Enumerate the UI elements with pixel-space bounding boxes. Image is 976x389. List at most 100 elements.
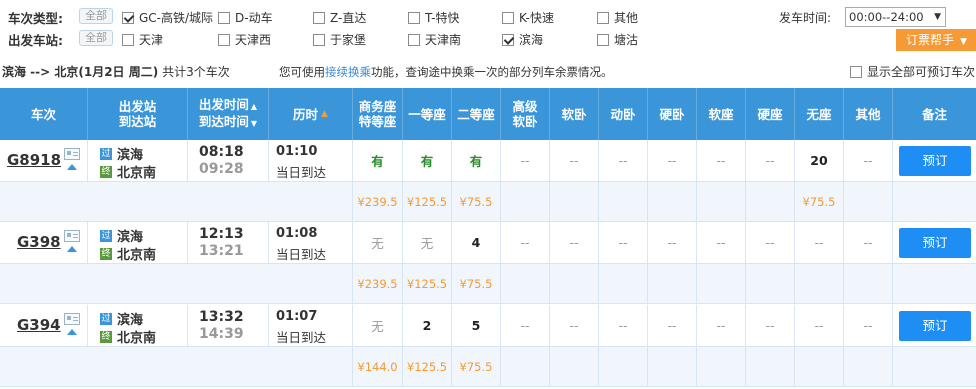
book-button[interactable]: 预订 bbox=[899, 228, 971, 258]
station-tianjinxi-label: 天津西 bbox=[235, 33, 272, 47]
train-info-icon[interactable] bbox=[64, 230, 80, 242]
chevron-down-icon: ▼ bbox=[934, 12, 941, 22]
seat-first-availability: 有 bbox=[403, 140, 452, 181]
seat-soft-seat-price bbox=[697, 182, 746, 221]
seat-business-availability: 有 bbox=[353, 140, 403, 181]
pass-station-icon: 过 bbox=[100, 229, 112, 242]
dep-time-select[interactable]: 00:00--24:00 ▼ bbox=[845, 7, 946, 27]
expand-stops-icon[interactable] bbox=[67, 164, 77, 170]
train-type-other-checkbox[interactable]: 其他 bbox=[597, 9, 638, 26]
price-value: ¥125.5 bbox=[406, 276, 448, 291]
from-station-name: 滨海 bbox=[117, 148, 144, 163]
seat-hard-sleeper-availability: -- bbox=[648, 222, 697, 263]
terminal-station-icon: 终 bbox=[100, 165, 112, 178]
train-type-all-button[interactable]: 全部 bbox=[79, 8, 113, 24]
station-tianjin-checkbox[interactable]: 天津 bbox=[122, 31, 163, 48]
price-value: ¥144.0 bbox=[357, 359, 398, 374]
expand-stops-icon[interactable] bbox=[67, 329, 77, 335]
seat-second-price: ¥75.5 bbox=[452, 347, 501, 386]
transfer-link[interactable]: 接续换乘 bbox=[325, 65, 371, 79]
col-duration-label: 历时 bbox=[293, 106, 319, 122]
show-all-bookable-checkbox[interactable]: 显示全部可预订车次 bbox=[850, 63, 975, 80]
seat-second-price: ¥75.5 bbox=[452, 182, 501, 221]
train-type-d-checkbox[interactable]: D-动车 bbox=[218, 9, 273, 26]
col-first: 一等座 bbox=[403, 88, 452, 140]
seat-business-availability: 无 bbox=[353, 305, 403, 346]
seat-availability-value: -- bbox=[863, 235, 873, 250]
train-info-icon[interactable] bbox=[64, 148, 80, 160]
seat-soft-sleeper-price bbox=[550, 264, 599, 303]
seat-hard-sleeper-availability: -- bbox=[648, 140, 697, 181]
col-adv-soft-label-2: 软卧 bbox=[512, 114, 538, 129]
station-tianjinxi-checkbox[interactable]: 天津西 bbox=[218, 31, 271, 48]
book-button[interactable]: 预订 bbox=[899, 146, 971, 176]
col-business-label-2: 特等座 bbox=[358, 114, 397, 129]
col-second: 二等座 bbox=[452, 88, 501, 140]
train-type-k-checkbox[interactable]: K-快速 bbox=[502, 9, 554, 26]
seat-second-availability: 5 bbox=[452, 305, 501, 346]
seat-availability-value: 无 bbox=[420, 236, 434, 251]
seat-hard-sleeper-availability: -- bbox=[648, 305, 697, 346]
checkbox-icon bbox=[122, 33, 134, 46]
train-type-t-checkbox[interactable]: T-特快 bbox=[408, 9, 460, 26]
seat-availability-value: -- bbox=[667, 318, 677, 333]
col-soft-seat-label: 软座 bbox=[708, 106, 734, 122]
seat-other-price bbox=[844, 347, 893, 386]
seat-availability-value: -- bbox=[569, 235, 579, 250]
col-duration[interactable]: 历时 ▲ bbox=[269, 88, 353, 140]
seat-no-seat-price bbox=[795, 347, 844, 386]
train-type-t-label: T-特快 bbox=[425, 11, 460, 25]
seat-dong-sleeper-availability: -- bbox=[599, 305, 648, 346]
departure-time: 13:32 bbox=[199, 309, 244, 325]
seat-hard-seat-availability: -- bbox=[746, 305, 795, 346]
col-remark: 备注 bbox=[893, 88, 976, 140]
checkbox-icon bbox=[597, 11, 609, 24]
station-all-button[interactable]: 全部 bbox=[79, 30, 113, 46]
col-soft-sleeper: 软卧 bbox=[550, 88, 599, 140]
price-value: ¥239.5 bbox=[357, 276, 398, 291]
station-tanggu-checkbox[interactable]: 塘沽 bbox=[597, 31, 638, 48]
seat-availability-value: 有 bbox=[371, 154, 384, 169]
train-type-z-checkbox[interactable]: Z-直达 bbox=[313, 9, 366, 26]
col-train-label: 车次 bbox=[30, 106, 56, 122]
col-business-label: 商务座 特等座 bbox=[359, 99, 397, 129]
to-station: 终北京南 bbox=[100, 327, 156, 346]
col-times[interactable]: 出发时间 ▲ 到达时间 ▼ bbox=[188, 88, 269, 140]
seat-availability-value: 无 bbox=[371, 236, 384, 251]
chevron-down-icon: ▼ bbox=[960, 37, 967, 47]
checkbox-icon bbox=[313, 33, 325, 46]
seat-soft-seat-availability: -- bbox=[697, 305, 746, 346]
train-info-icon[interactable] bbox=[64, 313, 80, 325]
seat-other-price bbox=[844, 182, 893, 221]
train-type-gc-checkbox[interactable]: GC-高铁/城际 bbox=[122, 9, 213, 26]
station-binhai-checkbox[interactable]: 滨海 bbox=[502, 31, 543, 48]
train-row: G394 过滨海终北京南 13:32 14:39 01:07 当日到达 无 2 5 -- -- -- -… bbox=[0, 305, 976, 347]
price-value: ¥125.5 bbox=[406, 194, 448, 209]
train-number-link[interactable]: G8918 bbox=[7, 151, 61, 169]
book-button[interactable]: 预订 bbox=[899, 311, 971, 341]
booking-helper-button[interactable]: 订票帮手 ▼ bbox=[896, 29, 976, 51]
seat-availability-value: -- bbox=[765, 235, 775, 250]
station-row: 出发车站: 全部 天津 天津西 于家堡 天津南 滨海 塘沽 bbox=[0, 27, 976, 49]
station-tianjinnan-checkbox[interactable]: 天津南 bbox=[408, 31, 461, 48]
seat-dong-sleeper-availability: -- bbox=[599, 140, 648, 181]
train-number-link[interactable]: G394 bbox=[17, 316, 61, 334]
train-type-label: 车次类型: bbox=[8, 11, 63, 26]
checkbox-icon bbox=[408, 11, 420, 24]
col-times-label-1: 出发时间 bbox=[198, 97, 249, 112]
col-hard-sleeper-label: 硬卧 bbox=[659, 106, 685, 122]
train-type-other-label: 其他 bbox=[614, 11, 639, 25]
train-type-gc-label: GC-高铁/城际 bbox=[139, 11, 214, 25]
col-second-label: 二等座 bbox=[457, 106, 495, 122]
seat-hard-seat-price bbox=[746, 182, 795, 221]
col-times-label-2: 到达时间 bbox=[198, 114, 249, 129]
seat-soft-seat-availability: -- bbox=[697, 140, 746, 181]
seat-dong-sleeper-price bbox=[599, 264, 648, 303]
price-value: ¥75.5 bbox=[802, 194, 836, 209]
price-row: ¥144.0 ¥125.5 ¥75.5 bbox=[0, 347, 976, 387]
station-yujiapu-checkbox[interactable]: 于家堡 bbox=[313, 31, 366, 48]
seat-adv-soft-price bbox=[501, 264, 550, 303]
train-number-link[interactable]: G398 bbox=[17, 233, 61, 251]
seat-availability-value: -- bbox=[667, 235, 677, 250]
expand-stops-icon[interactable] bbox=[67, 246, 77, 252]
